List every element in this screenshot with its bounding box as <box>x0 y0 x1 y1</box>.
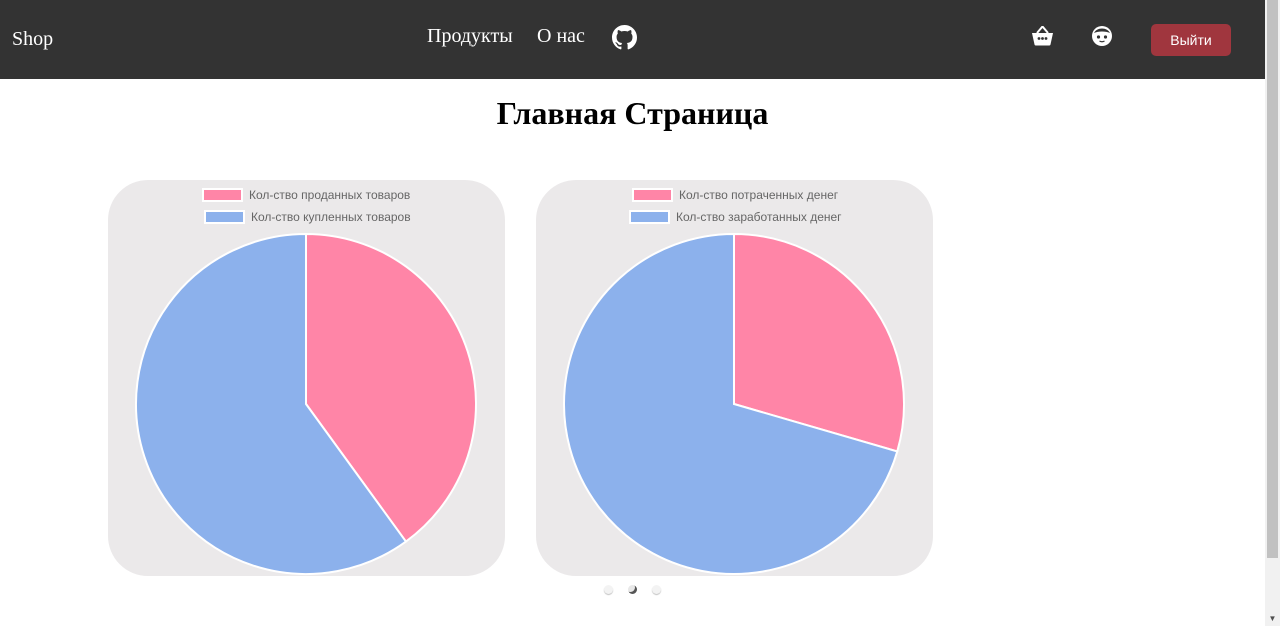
nav-link-about[interactable]: О нас <box>537 24 585 48</box>
legend-label: Кол-ство купленных товаров <box>251 210 411 224</box>
nav-link-products[interactable]: Продукты <box>427 24 513 48</box>
legend-label: Кол-ство заработанных денег <box>676 210 842 224</box>
legend-swatch <box>629 210 670 224</box>
scrollbar-thumb[interactable] <box>1267 0 1278 558</box>
navbar: Shop Продукты О нас Выйти <box>0 0 1265 79</box>
legend-item-1[interactable]: Кол-ство проданных товаров <box>202 188 410 202</box>
pie-chart-2: Кол-ство потраченных денег Кол-ство зараб… <box>563 188 905 575</box>
github-icon[interactable] <box>612 25 637 50</box>
scroll-down-arrow-icon[interactable]: ▼ <box>1265 611 1280 626</box>
carousel-dot-1[interactable] <box>604 585 613 594</box>
legend-label: Кол-ство проданных товаров <box>249 188 410 202</box>
pie-chart-card-1: Кол-ство проданных товаров Кол-ство купле… <box>108 180 505 576</box>
legend-item-1[interactable]: Кол-ство потраченных денег <box>632 188 839 202</box>
carousel-dot-3[interactable] <box>652 585 661 594</box>
legend-item-2[interactable]: Кол-ство заработанных денег <box>629 210 842 224</box>
carousel-dot-2[interactable] <box>628 585 637 594</box>
scrollbar[interactable]: ▼ <box>1265 0 1280 626</box>
legend-label: Кол-ство потраченных денег <box>679 188 839 202</box>
brand-link[interactable]: Shop <box>12 27 53 51</box>
logout-button[interactable]: Выйти <box>1151 24 1231 56</box>
legend-swatch <box>632 188 673 202</box>
legend-swatch <box>204 210 245 224</box>
basket-icon[interactable] <box>1031 24 1054 46</box>
page-title: Главная Страница <box>496 95 769 131</box>
pie-chart-1: Кол-ство проданных товаров Кол-ство купле… <box>135 188 477 575</box>
legend-item-2[interactable]: Кол-ство купленных товаров <box>204 210 411 224</box>
legend-swatch <box>202 188 243 202</box>
pie-chart-card-2: Кол-ство потраченных денег Кол-ство зараб… <box>536 180 933 576</box>
face-icon[interactable] <box>1091 25 1113 47</box>
